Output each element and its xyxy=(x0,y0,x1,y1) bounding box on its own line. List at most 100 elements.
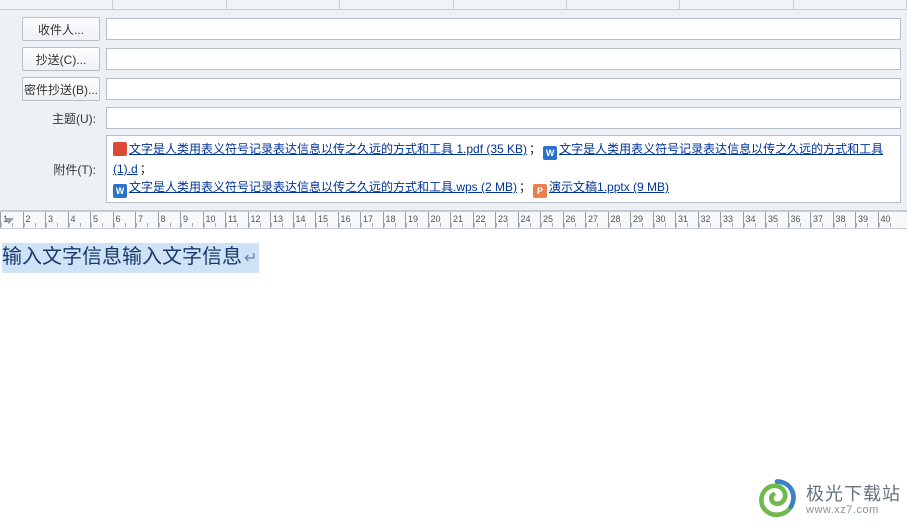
ruler-tick: 39 xyxy=(855,212,878,229)
ruler-tick: 18 xyxy=(383,212,406,229)
bcc-input[interactable] xyxy=(106,78,901,100)
ruler-tick: 38 xyxy=(833,212,856,229)
compose-window: 收件人... 抄送(C)... 密件抄送(B)... 主题(U) xyxy=(0,0,907,529)
attachments-row: 附件(T): 文字是人类用表义符号记录表达信息以传之久远的方式和工具 1.pdf… xyxy=(0,132,907,206)
ruler-tick: 21 xyxy=(450,212,473,229)
ruler-tick-label: 12 xyxy=(251,214,261,224)
ruler-tick: 4 xyxy=(68,212,91,229)
ruler-tick: 33 xyxy=(720,212,743,229)
ruler-tick-label: 22 xyxy=(476,214,486,224)
ruler-tick: 34 xyxy=(743,212,766,229)
body-text: 输入文字信息输入文字信息 xyxy=(2,246,242,268)
cc-input[interactable] xyxy=(106,48,901,70)
attachment-separator: ； xyxy=(517,180,533,194)
ruler-tick-label: 37 xyxy=(813,214,823,224)
cc-row: 抄送(C)... xyxy=(0,44,907,74)
attachments-label: 附件(T): xyxy=(53,161,100,178)
ruler-tick-label: 6 xyxy=(116,214,121,224)
ruler-tick-label: 30 xyxy=(656,214,666,224)
recipient-input[interactable] xyxy=(106,18,901,40)
ruler-tick-label: 10 xyxy=(206,214,216,224)
recipient-button[interactable]: 收件人... xyxy=(22,17,100,41)
watermark: 极光下载站 www.xz7.com xyxy=(754,477,901,523)
ruler-tick: 32 xyxy=(698,212,721,229)
ruler-tick-label: 17 xyxy=(363,214,373,224)
ruler-tick-label: 16 xyxy=(341,214,351,224)
ruler-tick: 7 xyxy=(135,212,158,229)
ruler-tick-label: 28 xyxy=(611,214,621,224)
ruler-tick: 30 xyxy=(653,212,676,229)
ruler-tick-label: 18 xyxy=(386,214,396,224)
toolbar-placeholder xyxy=(0,0,907,10)
ruler-tick-label: 36 xyxy=(791,214,801,224)
ruler-tick: 11 xyxy=(225,212,248,229)
ruler-tick-label: 8 xyxy=(161,214,166,224)
ruler-tick: 28 xyxy=(608,212,631,229)
attachments-box: 文字是人类用表义符号记录表达信息以传之久远的方式和工具 1.pdf (35 KB… xyxy=(106,135,901,203)
ruler-tick: 27 xyxy=(585,212,608,229)
paragraph-mark-icon: ↵ xyxy=(242,250,257,267)
ruler-tick: 5 xyxy=(90,212,113,229)
ruler-tick-label: 15 xyxy=(318,214,328,224)
ruler-tick: 35 xyxy=(765,212,788,229)
ruler-tick: 16 xyxy=(338,212,361,229)
ruler-tick-label: 7 xyxy=(138,214,143,224)
ruler-tick: 20 xyxy=(428,212,451,229)
attachment-link[interactable]: 文字是人类用表义符号记录表达信息以传之久远的方式和工具 1.pdf (35 KB… xyxy=(129,142,527,156)
ruler-tick-label: 35 xyxy=(768,214,778,224)
ruler-tick-label: 21 xyxy=(453,214,463,224)
cc-button[interactable]: 抄送(C)... xyxy=(22,47,100,71)
pdf-file-icon xyxy=(113,142,127,156)
ruler-tick: 6 xyxy=(113,212,136,229)
ruler: 1234567891011121314151617181920212223242… xyxy=(0,211,907,229)
ruler-tick: 17 xyxy=(360,212,383,229)
ruler-tick-label: 38 xyxy=(836,214,846,224)
ppt-file-icon: P xyxy=(533,184,547,198)
ruler-tick-label: 34 xyxy=(746,214,756,224)
ruler-tick-label: 23 xyxy=(498,214,508,224)
ruler-tick: 9 xyxy=(180,212,203,229)
bcc-row: 密件抄送(B)... xyxy=(0,74,907,104)
ruler-tick: 13 xyxy=(270,212,293,229)
ruler-tick-label: 4 xyxy=(71,214,76,224)
attachment-separator: ； xyxy=(138,162,154,176)
ruler-tick: 24 xyxy=(518,212,541,229)
ruler-tick-label: 14 xyxy=(296,214,306,224)
doc-file-icon: W xyxy=(543,146,557,160)
subject-label: 主题(U): xyxy=(52,110,100,127)
ruler-tick-label: 5 xyxy=(93,214,98,224)
ruler-tick-label: 32 xyxy=(701,214,711,224)
ruler-tick: 25 xyxy=(540,212,563,229)
ruler-tick-label: 24 xyxy=(521,214,531,224)
ruler-tick-label: 25 xyxy=(543,214,553,224)
ruler-tick-label: 40 xyxy=(881,214,891,224)
ruler-tick-label: 27 xyxy=(588,214,598,224)
ruler-tick: 36 xyxy=(788,212,811,229)
ruler-tick: 15 xyxy=(315,212,338,229)
ruler-tick-label: 19 xyxy=(408,214,418,224)
recipient-row: 收件人... xyxy=(0,14,907,44)
body-selected-text[interactable]: 输入文字信息输入文字信息↵ xyxy=(2,243,259,273)
ruler-tick: 10 xyxy=(203,212,226,229)
ruler-tick: 8 xyxy=(158,212,181,229)
ruler-tick-label: 2 xyxy=(26,214,31,224)
attachment-link[interactable]: 演示文稿1.pptx (9 MB) xyxy=(549,180,669,194)
wps-file-icon: W xyxy=(113,184,127,198)
watermark-logo-icon xyxy=(754,477,800,523)
ruler-tick-label: 9 xyxy=(183,214,188,224)
ruler-tick-label: 20 xyxy=(431,214,441,224)
ruler-tick: 40 xyxy=(878,212,901,229)
bcc-button[interactable]: 密件抄送(B)... xyxy=(22,77,100,101)
ruler-tick: 37 xyxy=(810,212,833,229)
attachment-link[interactable]: 文字是人类用表义符号记录表达信息以传之久远的方式和工具.wps (2 MB) xyxy=(129,180,517,194)
ruler-tick-label: 11 xyxy=(228,214,237,224)
subject-input[interactable] xyxy=(106,107,901,129)
watermark-url: www.xz7.com xyxy=(806,505,901,516)
ruler-tick: 29 xyxy=(630,212,653,229)
ruler-tick-label: 31 xyxy=(678,214,688,224)
indent-marker-icon[interactable] xyxy=(4,218,14,226)
header-fields: 收件人... 抄送(C)... 密件抄送(B)... 主题(U) xyxy=(0,10,907,211)
message-body[interactable]: 输入文字信息输入文字信息↵ xyxy=(0,229,907,273)
ruler-tick-label: 26 xyxy=(566,214,576,224)
ruler-tick: 14 xyxy=(293,212,316,229)
